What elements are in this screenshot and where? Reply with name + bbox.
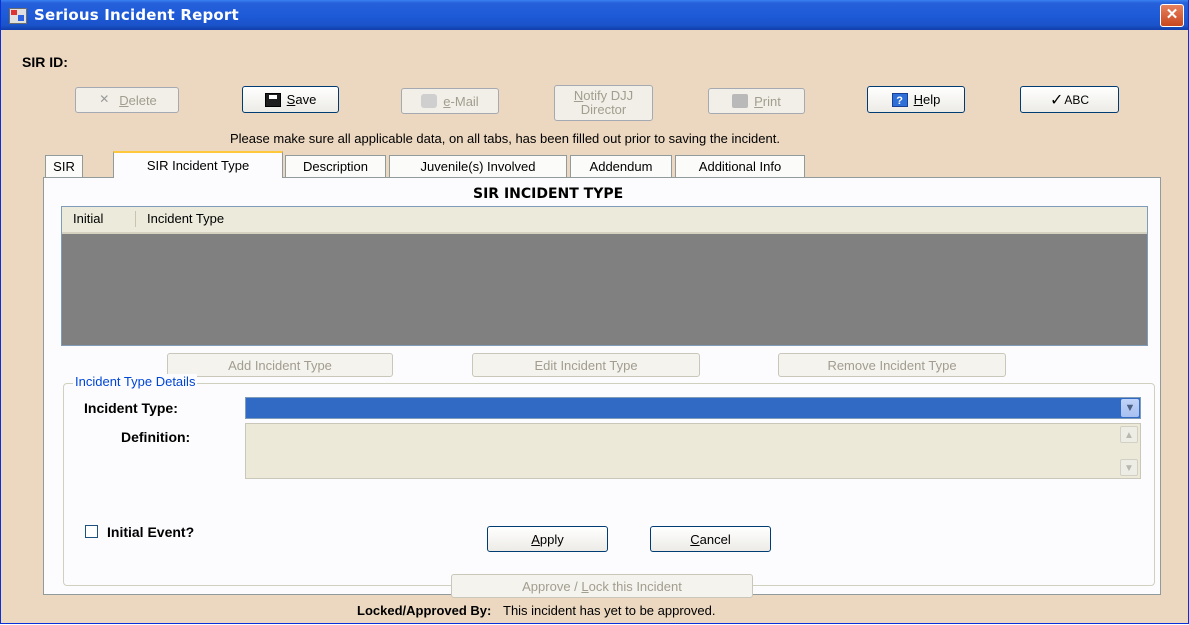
tab-description[interactable]: Description bbox=[285, 155, 386, 177]
floppy-disk-icon bbox=[264, 92, 281, 107]
spell-check-button[interactable]: ✓ ABC bbox=[1020, 86, 1119, 113]
email-button[interactable]: e-Mail bbox=[401, 88, 499, 114]
scroll-up-icon[interactable]: ▲ bbox=[1120, 426, 1138, 443]
print-button[interactable]: Print bbox=[708, 88, 805, 114]
initial-event-label[interactable]: Initial Event? bbox=[107, 524, 194, 540]
approve-lock-incident-button[interactable]: Approve / Lock this Incident bbox=[451, 574, 753, 598]
delete-x-icon bbox=[97, 92, 113, 107]
incident-type-label: Incident Type: bbox=[84, 400, 178, 416]
printer-icon bbox=[732, 94, 749, 108]
column-header-incident-type[interactable]: Incident Type bbox=[147, 211, 224, 226]
initial-event-checkbox[interactable] bbox=[85, 525, 98, 538]
definition-label: Definition: bbox=[121, 429, 191, 445]
section-title: SIR INCIDENT TYPE bbox=[473, 186, 624, 202]
chevron-down-icon[interactable]: ▼ bbox=[1121, 399, 1139, 417]
save-button[interactable]: Save bbox=[242, 86, 339, 113]
column-separator bbox=[135, 211, 136, 227]
incident-type-select[interactable]: ▼ bbox=[245, 397, 1141, 419]
locked-approved-by-value: This incident has yet to be approved. bbox=[503, 603, 716, 618]
notify-djj-director-button[interactable]: Notify DJJ Director bbox=[554, 85, 653, 121]
scroll-down-icon[interactable]: ▼ bbox=[1120, 459, 1138, 476]
sir-id-label: SIR ID: bbox=[22, 54, 68, 70]
tab-additional-info[interactable]: Additional Info bbox=[675, 155, 805, 177]
close-window-button[interactable]: ✕ bbox=[1160, 4, 1184, 27]
remove-incident-type-button[interactable]: Remove Incident Type bbox=[778, 353, 1006, 377]
add-incident-type-button[interactable]: Add Incident Type bbox=[167, 353, 393, 377]
cancel-button[interactable]: Cancel bbox=[650, 526, 771, 552]
incident-type-grid[interactable]: Initial Incident Type bbox=[61, 206, 1148, 346]
title-bar[interactable]: Serious Incident Report ✕ bbox=[1, 0, 1188, 30]
help-button[interactable]: ? Help bbox=[867, 86, 965, 113]
save-notice-text: Please make sure all applicable data, on… bbox=[230, 131, 780, 146]
delete-button[interactable]: Delete bbox=[75, 87, 179, 113]
window-title: Serious Incident Report bbox=[34, 6, 239, 24]
envelope-icon bbox=[421, 94, 438, 108]
spellcheck-icon: ✓ bbox=[1049, 91, 1064, 109]
column-header-initial[interactable]: Initial bbox=[73, 211, 103, 226]
app-window-icon bbox=[9, 8, 27, 24]
definition-textarea[interactable]: ▲ ▼ bbox=[245, 423, 1141, 479]
edit-incident-type-button[interactable]: Edit Incident Type bbox=[472, 353, 700, 377]
grid-header: Initial Incident Type bbox=[62, 207, 1147, 234]
tab-sir-incident-type[interactable]: SIR Incident Type bbox=[113, 151, 283, 178]
tab-sir[interactable]: SIR bbox=[45, 155, 83, 177]
apply-button[interactable]: Apply bbox=[487, 526, 608, 552]
help-question-icon: ? bbox=[891, 92, 908, 107]
tab-juveniles-involved[interactable]: Juvenile(s) Involved bbox=[389, 155, 567, 177]
locked-approved-by-label: Locked/Approved By: bbox=[357, 603, 492, 618]
tab-addendum[interactable]: Addendum bbox=[570, 155, 672, 177]
sir-window: Serious Incident Report ✕ SIR ID: Delete… bbox=[0, 0, 1189, 624]
details-group-legend: Incident Type Details bbox=[73, 374, 198, 389]
